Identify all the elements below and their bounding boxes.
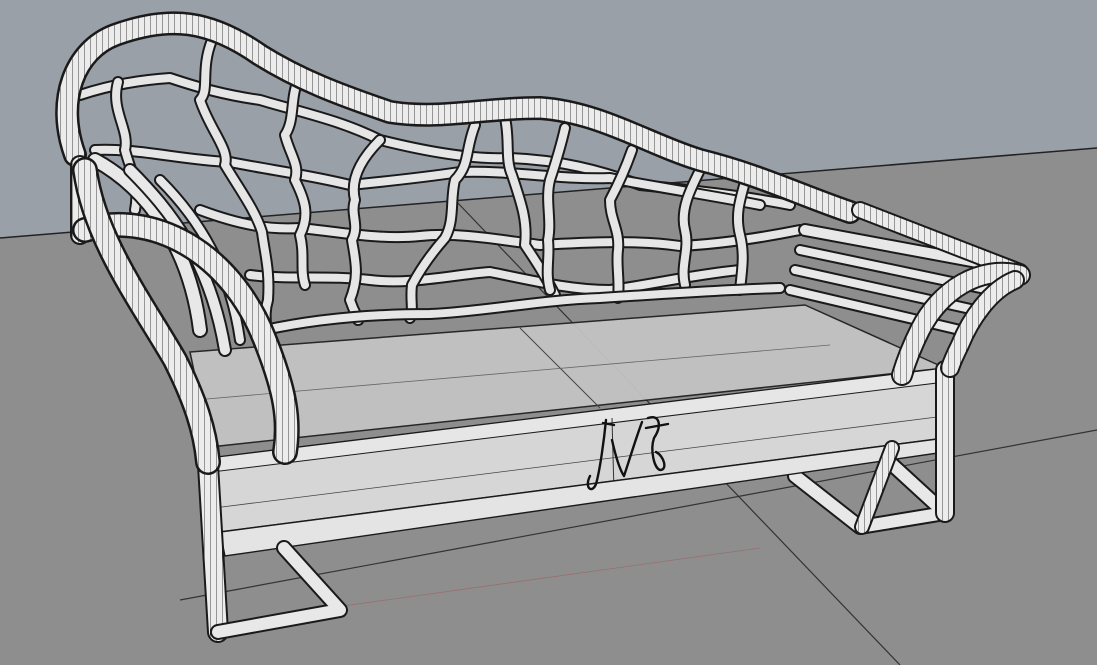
front-left-leg (197, 454, 229, 643)
3d-viewport[interactable] (0, 0, 1097, 665)
render-canvas[interactable] (0, 0, 1097, 665)
